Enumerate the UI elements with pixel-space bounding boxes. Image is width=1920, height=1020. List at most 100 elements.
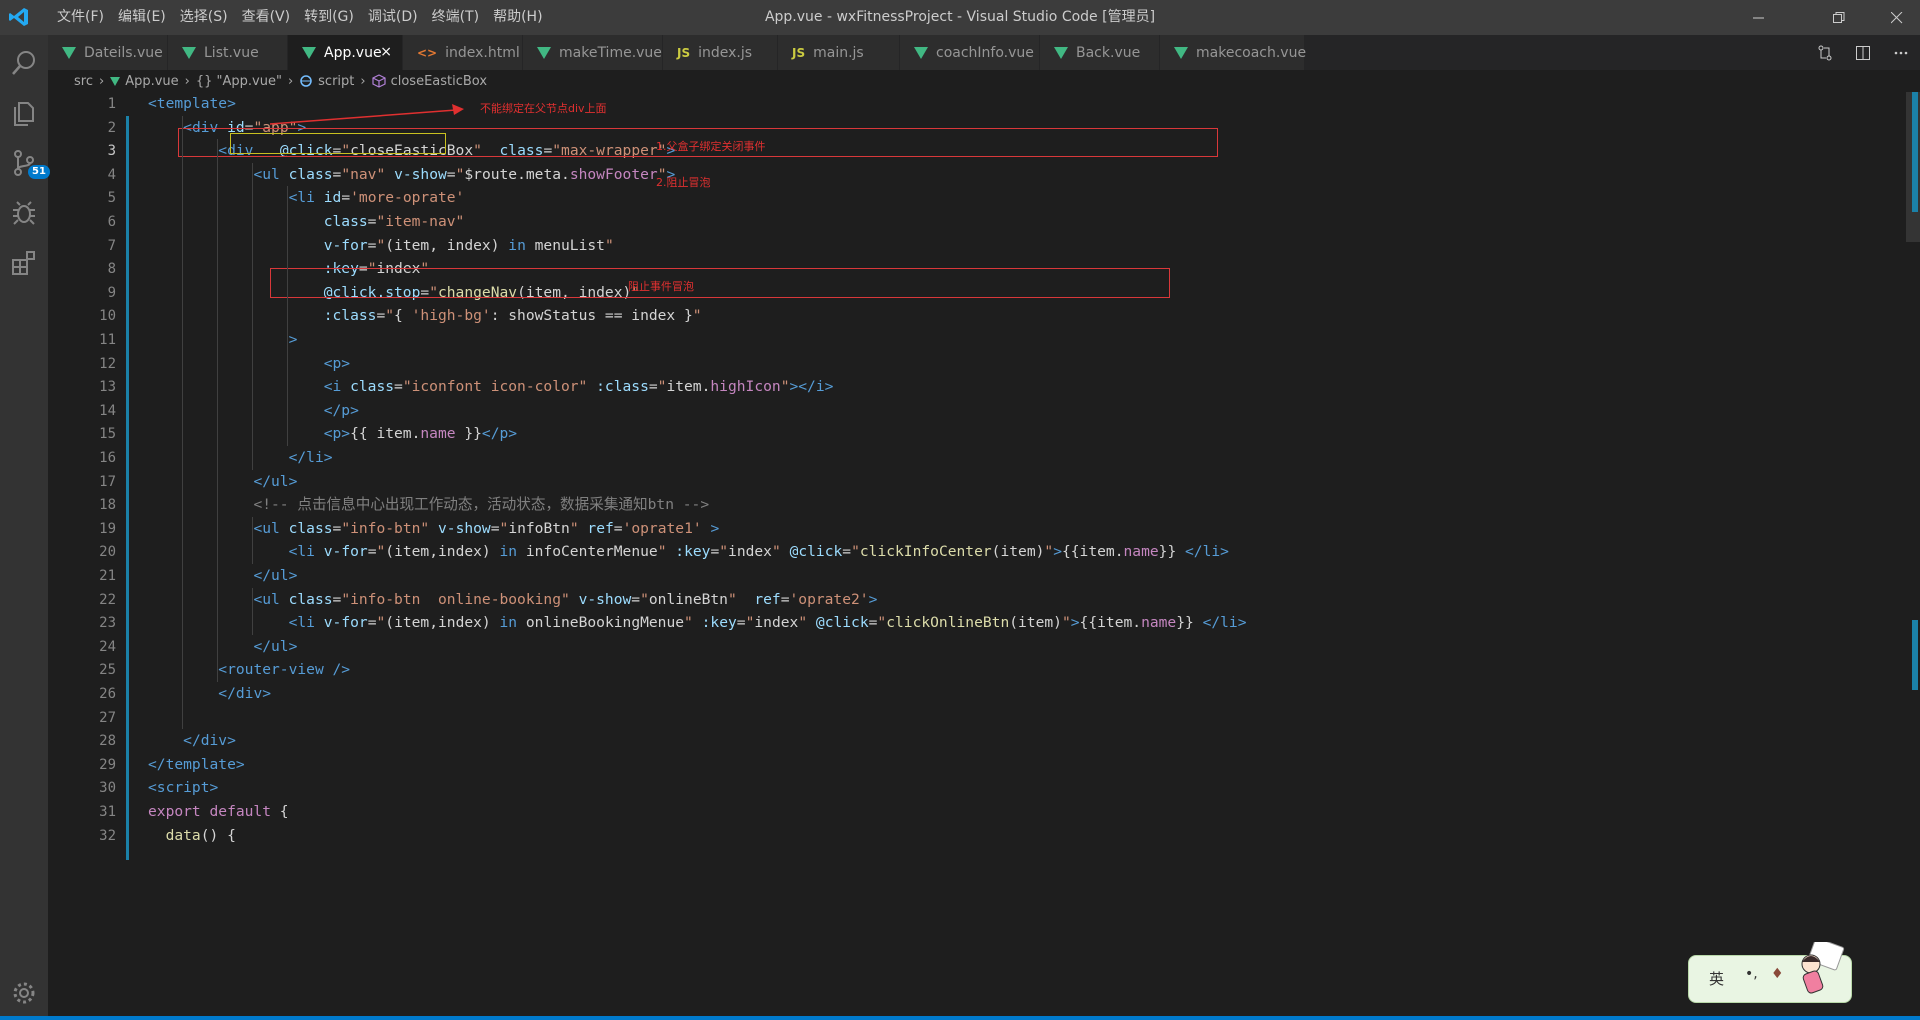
code-token: export default: [148, 803, 272, 820]
code-editor[interactable]: 1 2 3 4 5 6 7 8 9 10 11 12 13 14 15 16 17 18 19 20 21 22 23 24 2…: [48, 92, 1920, 1020]
explorer-activity[interactable]: [0, 89, 48, 137]
code-token: =: [446, 165, 456, 183]
code-token: (item,index): [385, 614, 500, 632]
search-activity[interactable]: [0, 39, 48, 87]
code-token: v-for: [323, 543, 368, 561]
code-token: <!-- 点击信息中心出现工作动态，活动状态，数据采集通知btn -->: [253, 496, 710, 514]
code-token: v-show: [394, 165, 447, 183]
tab-back-vue[interactable]: Back.vue: [1040, 35, 1160, 70]
tab-list-vue[interactable]: List.vue: [168, 35, 288, 70]
code-token: "info-btn online-booking": [341, 590, 570, 608]
close-tab-icon[interactable]: ×: [380, 44, 392, 60]
bug-icon: [13, 201, 35, 225]
tab-index-js[interactable]: JS index.js: [663, 35, 778, 70]
close-window-button[interactable]: [1874, 0, 1920, 35]
breadcrumb-item[interactable]: src: [74, 74, 93, 89]
html-icon: <>: [417, 45, 438, 60]
line-number: 7: [107, 237, 116, 254]
more-actions-button[interactable]: [1882, 35, 1920, 70]
menu-file[interactable]: 文件(F): [50, 0, 111, 35]
breadcrumb-item[interactable]: closeEasticBox: [371, 74, 487, 89]
line-number: 17: [99, 473, 116, 490]
menu-go[interactable]: 转到(G): [297, 0, 361, 35]
code-token: >: [1070, 614, 1080, 632]
code-token: ": [1044, 543, 1054, 561]
code-line: </p>: [148, 399, 359, 423]
compare-changes-button[interactable]: [1806, 35, 1844, 70]
menu-help[interactable]: 帮助(H): [486, 0, 549, 35]
breadcrumb-item[interactable]: App.vue: [110, 73, 179, 89]
source-control-activity[interactable]: 51: [0, 139, 50, 187]
code-token: <ul: [253, 165, 289, 183]
scrollbar-change-marker: [1912, 92, 1918, 212]
tab-makecoach-vue[interactable]: makecoach.vue: [1160, 35, 1307, 70]
tab-label: List.vue: [204, 44, 259, 61]
menu-selection[interactable]: 选择(S): [173, 0, 235, 35]
code-token: item.: [666, 378, 711, 396]
code-line: </div>: [148, 729, 236, 753]
code-line: </ul>: [148, 564, 297, 588]
punctuation-icon: •,: [1745, 966, 1758, 982]
tab-maketime-vue[interactable]: makeTime.vue: [523, 35, 663, 70]
code-line: <template>: [148, 92, 236, 116]
code-line: :class="{ 'high-bg': showStatus == index…: [148, 304, 702, 328]
code-token: v-for: [323, 614, 368, 632]
indent-guide: [252, 516, 253, 564]
tab-main-js[interactable]: JS main.js: [778, 35, 900, 70]
debug-activity[interactable]: [0, 189, 48, 237]
line-number: 26: [99, 686, 116, 702]
arrow-icon: [269, 104, 464, 125]
code-token: ref: [587, 519, 614, 537]
code-token: class: [350, 378, 395, 396]
code-token: onlineBtn: [648, 590, 728, 608]
extensions-activity[interactable]: [0, 239, 48, 287]
code-token: ": [376, 543, 386, 561]
menu-terminal[interactable]: 终端(T): [425, 0, 486, 35]
breadcrumb-item[interactable]: script: [299, 74, 354, 89]
tab-coachinfo-vue[interactable]: coachInfo.vue: [900, 35, 1040, 70]
breadcrumb-label: App.vue: [125, 73, 179, 89]
manage-activity[interactable]: [0, 969, 48, 1017]
vue-icon: [1174, 46, 1188, 59]
menu-bar: 文件(F) 编辑(E) 选择(S) 查看(V) 转到(G) 调试(D) 终端(T…: [50, 0, 550, 35]
code-token: ref: [754, 590, 781, 608]
code-token: >: [288, 331, 298, 348]
code-token: =: [490, 519, 500, 537]
code-line: </template>: [148, 753, 245, 777]
code-token: :class: [596, 378, 649, 396]
line-number: 10: [99, 308, 116, 325]
menu-debug[interactable]: 调试(D): [361, 0, 425, 35]
code-token: :key: [675, 543, 711, 561]
code-token: menuList: [525, 236, 605, 254]
code-token: infoCenterMenue: [517, 543, 658, 561]
restore-button[interactable]: [1816, 0, 1862, 35]
code-token: index: [754, 614, 799, 632]
menu-view[interactable]: 查看(V): [235, 0, 298, 35]
code-token: : showStatus == index }: [490, 307, 693, 325]
code-token: in: [499, 543, 518, 561]
code-token: "iconfont icon-color": [402, 378, 588, 396]
code-line: <ul class="info-btn" v-show="infoBtn" re…: [148, 517, 719, 541]
code-token: clickInfoCenter: [859, 543, 992, 561]
line-number: 29: [99, 756, 116, 773]
menu-edit[interactable]: 编辑(E): [111, 0, 173, 35]
minimize-button[interactable]: [1736, 0, 1782, 35]
code-token: =: [613, 519, 623, 537]
code-token: <i: [323, 378, 351, 396]
ime-toolbar[interactable]: 英 •, ♦: [1688, 942, 1852, 1003]
breadcrumb-item[interactable]: {} "App.vue": [196, 74, 282, 89]
code-token: :key: [701, 614, 737, 632]
tab-app-vue[interactable]: App.vue ×: [288, 35, 403, 70]
tab-dateils-vue[interactable]: Dateils.vue: [48, 35, 168, 70]
code-token: <router-view />: [218, 661, 351, 679]
tab-index-html[interactable]: <> index.html: [403, 35, 523, 70]
tab-label: makecoach.vue: [1196, 44, 1307, 61]
line-number: 15: [99, 426, 116, 443]
split-editor-button[interactable]: [1844, 35, 1882, 70]
minimize-icon: [1753, 17, 1764, 18]
